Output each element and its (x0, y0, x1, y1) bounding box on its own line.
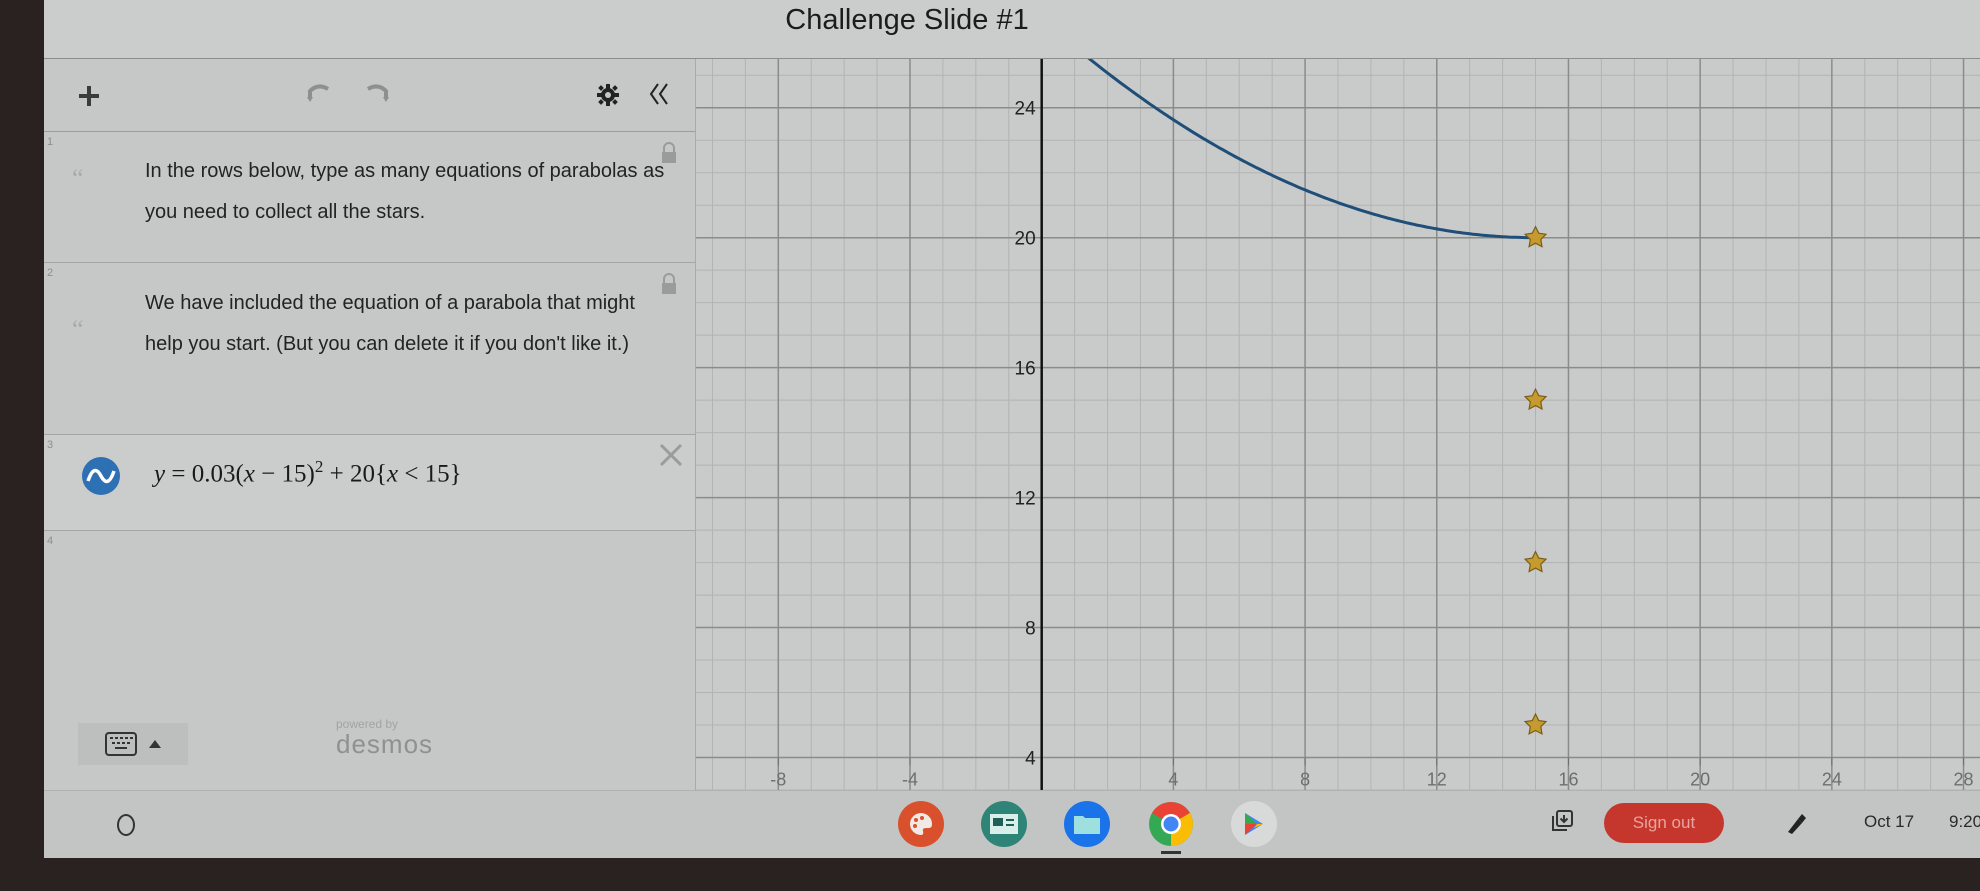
x-tick-label: 28 (1954, 770, 1974, 790)
delete-expression-button[interactable] (657, 441, 687, 471)
desmos-logo: desmos (336, 729, 434, 759)
math-cond-val: 15 (424, 460, 450, 488)
palette-icon (910, 813, 932, 835)
settings-button[interactable] (594, 81, 622, 109)
row-number: 3 (47, 439, 54, 451)
x-tick-label: -8 (770, 770, 786, 790)
note-quote-icon: “ (72, 164, 84, 193)
x-tick-label: 12 (1427, 770, 1447, 790)
expression-input[interactable]: y = 0.03(x − 15)2 + 20{x < 15} (154, 457, 462, 488)
add-item-button[interactable] (72, 79, 106, 113)
star-icon (1523, 387, 1548, 411)
page-title: Challenge Slide #1 (785, 4, 1029, 36)
title-bar: Challenge Slide #1 (44, 0, 1980, 59)
sign-out-button[interactable]: Sign out (1604, 803, 1724, 843)
math-k: 20 (349, 460, 375, 488)
math-h: 15 (281, 460, 307, 488)
plus-icon (79, 86, 99, 106)
active-app-indicator (1161, 851, 1181, 854)
keyboard-icon (105, 732, 137, 756)
expression-list: 1 “ In the rows below, type as many equa… (44, 59, 696, 790)
row-number: 2 (47, 267, 54, 279)
chrome-app-icon[interactable] (1148, 801, 1194, 847)
lock-icon (662, 142, 676, 163)
collapse-panel-button[interactable] (644, 79, 674, 109)
star-icon (1523, 225, 1548, 248)
date-label[interactable]: Oct 17 (1864, 812, 1914, 832)
screen: Challenge Slide #1 1 “ In the rows below… (44, 0, 1980, 858)
lock-icon (662, 273, 676, 294)
expression-footer: powered by desmos (44, 709, 695, 779)
keypad-toggle-button[interactable] (78, 723, 188, 765)
files-app-icon[interactable] (1064, 801, 1110, 847)
x-tick-label: 16 (1558, 770, 1578, 790)
expression-row-3[interactable]: 3 y = 0.03(x − 15)2 + 20{x < 15} (44, 435, 695, 531)
play-store-app-icon[interactable] (1231, 801, 1277, 847)
math-lhs: y (154, 460, 166, 488)
capture-mode-icon (1552, 810, 1573, 831)
y-tick-label: 20 (1015, 229, 1036, 250)
gear-icon (597, 84, 619, 106)
launcher-circle-icon[interactable] (117, 814, 135, 836)
y-tick-label: 12 (1015, 489, 1036, 510)
y-tick-label: 8 (1025, 619, 1036, 640)
redo-icon (366, 84, 389, 102)
expression-row-1[interactable]: 1 “ In the rows below, type as many equa… (44, 132, 695, 263)
expression-row-4[interactable]: 4 (44, 531, 695, 701)
note-text: In the rows below, type as many equation… (145, 160, 665, 223)
caret-up-icon (149, 740, 161, 748)
screen-capture-button[interactable] (1550, 809, 1574, 833)
note-quote-icon: “ (72, 315, 84, 344)
undo-button[interactable] (304, 79, 334, 107)
taskbar: Sign out Oct 17 9:20 (44, 790, 1980, 858)
row-number: 4 (47, 535, 54, 547)
x-tick-label: 20 (1690, 770, 1710, 790)
math-cond-var: x (386, 460, 399, 488)
star-icon (1523, 712, 1548, 735)
expression-toolbar (44, 59, 695, 132)
y-tick-label: 4 (1025, 749, 1036, 770)
redo-button[interactable] (362, 79, 392, 107)
math-cond-op: < (404, 460, 419, 488)
math-coef: 0.03 (191, 460, 236, 488)
close-icon (659, 443, 683, 467)
row-number: 1 (47, 136, 54, 148)
time-label[interactable]: 9:20 (1949, 812, 1980, 832)
canvas-app-icon[interactable] (898, 801, 944, 847)
classroom-app-icon[interactable] (981, 801, 1027, 847)
y-tick-label: 16 (1015, 359, 1036, 380)
x-tick-label: 4 (1168, 770, 1178, 790)
x-tick-label: 24 (1822, 770, 1842, 790)
expression-row-2[interactable]: 2 “ We have included the equation of a p… (44, 263, 695, 435)
wave-icon (86, 468, 116, 484)
play-triangle-icon (1245, 813, 1263, 835)
board-icon (990, 814, 1018, 834)
graph-color-toggle[interactable] (82, 457, 120, 495)
note-text: We have included the equation of a parab… (145, 292, 635, 355)
parabola-curve (1087, 59, 1536, 240)
math-var: x (243, 460, 255, 488)
x-tick-label: 8 (1300, 770, 1310, 790)
undo-icon (307, 84, 330, 102)
double-chevron-left-icon (649, 83, 668, 105)
chrome-logo-icon (1149, 802, 1193, 846)
x-tick-label: -4 (902, 770, 918, 790)
graph-paper[interactable]: -8 -4 4 8 12 16 20 24 28 4 8 12 16 20 24 (696, 59, 1980, 790)
star-icon (1523, 550, 1548, 573)
folder-icon (1074, 816, 1100, 834)
stylus-icon (1788, 814, 1806, 834)
stylus-tools-button[interactable] (1784, 811, 1808, 835)
y-tick-label: 24 (1015, 99, 1037, 120)
